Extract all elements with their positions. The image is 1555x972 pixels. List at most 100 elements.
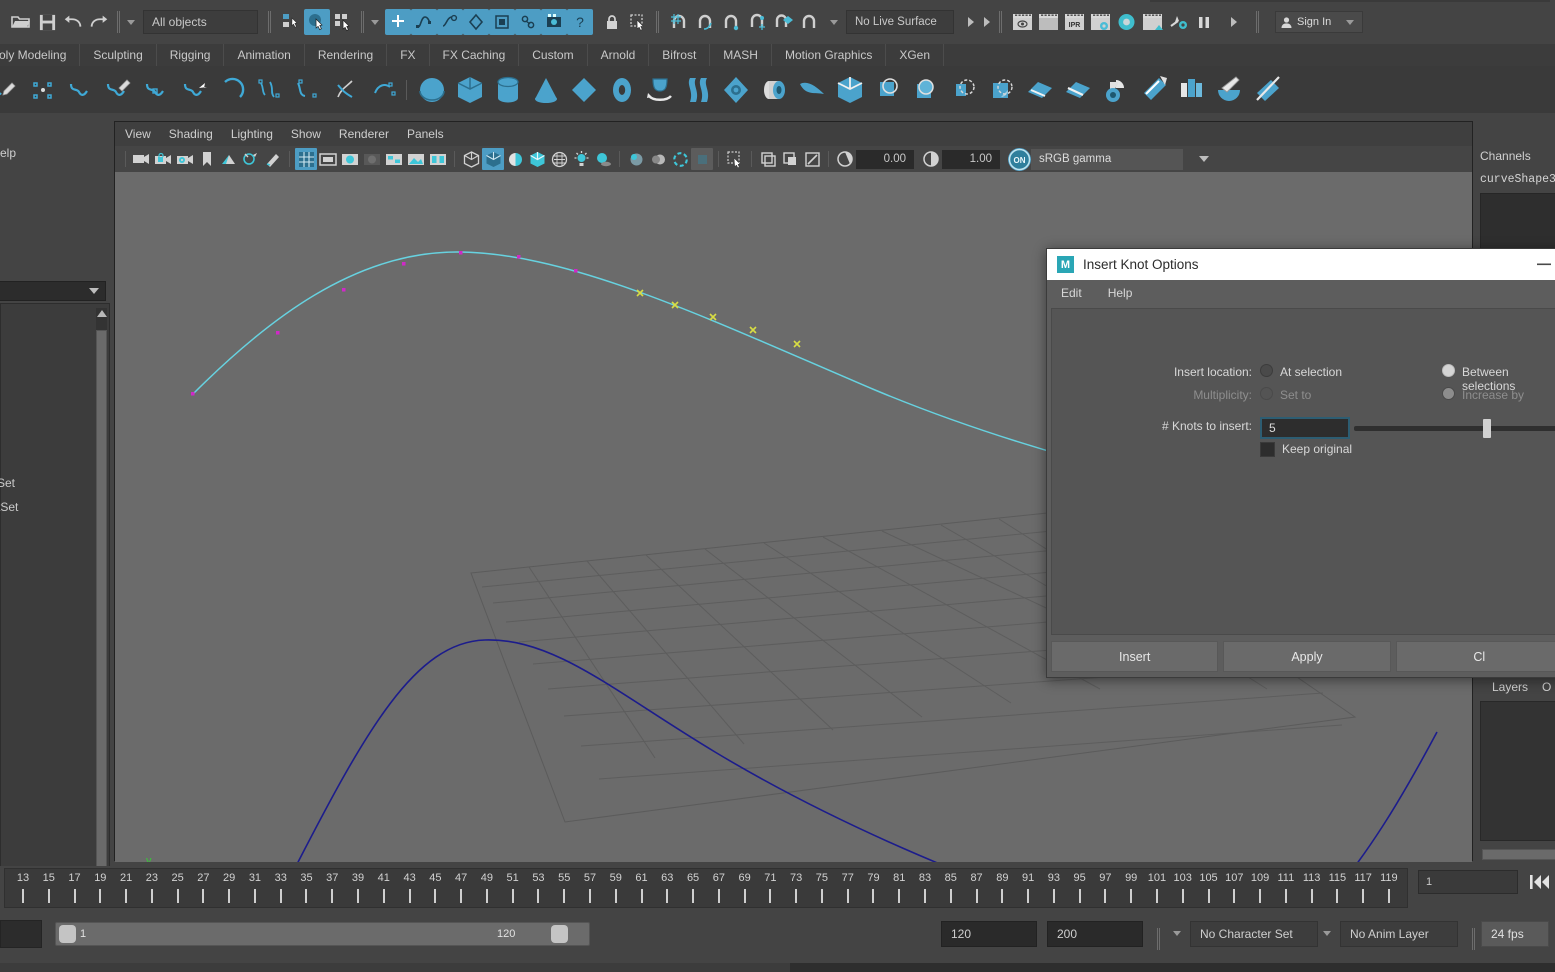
shelf-tab-custom[interactable]: Custom	[519, 44, 587, 66]
layers-tab[interactable]: Layers	[1492, 680, 1528, 694]
time-tick-mark[interactable]	[48, 889, 50, 903]
textured-icon[interactable]	[548, 148, 570, 170]
time-tick-mark[interactable]	[383, 889, 385, 903]
toolbar-grip-3[interactable]	[361, 11, 366, 33]
rendering-mask-icon[interactable]	[515, 9, 541, 35]
viewport-menu-renderer[interactable]: Renderer	[339, 127, 389, 141]
bezier-curve-icon[interactable]	[100, 70, 138, 110]
time-tick-mark[interactable]	[512, 889, 514, 903]
shelf-tab-mash[interactable]: MASH	[710, 44, 772, 66]
time-tick-mark[interactable]	[434, 889, 436, 903]
bevel-plus-icon[interactable]	[945, 70, 983, 110]
channel-attribute-list[interactable]	[1480, 193, 1555, 253]
knots-to-insert-slider[interactable]	[1354, 426, 1555, 431]
shelf-tab-sculpting[interactable]: Sculpting	[80, 44, 156, 66]
xray-active-components-icon[interactable]	[779, 148, 801, 170]
time-tick-mark[interactable]	[1053, 889, 1055, 903]
film-gate-icon[interactable]	[317, 148, 339, 170]
time-tick-mark[interactable]	[563, 889, 565, 903]
lock-camera-icon[interactable]	[152, 148, 174, 170]
camera-attributes-icon[interactable]	[174, 148, 196, 170]
motion-blur-icon[interactable]	[647, 148, 669, 170]
layer-horizontal-scrollbar[interactable]	[1482, 849, 1555, 860]
anim-preferences-slot[interactable]	[0, 920, 42, 948]
light-editor-icon[interactable]	[1165, 9, 1191, 35]
sign-in-dropdown-icon[interactable]	[1346, 20, 1354, 25]
snap-view-plane-icon[interactable]	[770, 9, 796, 35]
time-tick-mark[interactable]	[769, 889, 771, 903]
nurbs-plane-icon[interactable]	[565, 70, 603, 110]
time-tick-mark[interactable]	[1079, 889, 1081, 903]
character-set-dropdown-icon[interactable]	[1173, 931, 1181, 936]
open-scene-icon[interactable]	[8, 9, 34, 35]
time-tick-mark[interactable]	[280, 889, 282, 903]
shelf-tab-fx[interactable]: FX	[387, 44, 429, 66]
gamma-icon[interactable]	[920, 148, 942, 170]
nurbs-cone-icon[interactable]	[527, 70, 565, 110]
outliner-item-tset[interactable]: tSet	[0, 500, 18, 514]
multiplicity-set-to-radio[interactable]	[1260, 387, 1273, 400]
time-tick-mark[interactable]	[331, 889, 333, 903]
deformations-mask-icon[interactable]	[463, 9, 489, 35]
fillet-icon[interactable]	[1097, 70, 1135, 110]
resolution-gate-icon[interactable]	[339, 148, 361, 170]
jump-to-start-icon[interactable]	[1528, 872, 1550, 895]
use-lights-icon[interactable]	[570, 148, 592, 170]
birail-icon[interactable]	[793, 70, 831, 110]
open-close-curve-icon[interactable]	[366, 70, 404, 110]
knots-slider-thumb[interactable]	[1483, 419, 1491, 438]
safe-title-icon[interactable]	[427, 148, 449, 170]
curve-direction-icon[interactable]	[176, 70, 214, 110]
undo-icon[interactable]	[60, 9, 86, 35]
time-tick-mark[interactable]	[666, 889, 668, 903]
revolve-icon[interactable]	[641, 70, 679, 110]
sculpt-geometry-icon[interactable]	[1211, 70, 1249, 110]
time-tick-mark[interactable]	[1259, 889, 1261, 903]
ep-curve-icon[interactable]	[62, 70, 100, 110]
time-tick-mark[interactable]	[795, 889, 797, 903]
gamma-field[interactable]: 1.00	[942, 150, 1000, 169]
bevel-icon[interactable]	[907, 70, 945, 110]
multisample-icon[interactable]	[669, 148, 691, 170]
playback-range-slider[interactable]: 1 120	[55, 922, 590, 946]
time-tick-mark[interactable]	[151, 889, 153, 903]
time-tick-mark[interactable]	[718, 889, 720, 903]
snap-curve-icon[interactable]	[692, 9, 718, 35]
time-tick-mark[interactable]	[924, 889, 926, 903]
shelf-tab-poly-modeling[interactable]: Poly Modeling	[0, 44, 80, 66]
exposure-icon[interactable]	[834, 148, 856, 170]
time-tick-mark[interactable]	[950, 889, 952, 903]
select-camera-icon[interactable]	[130, 148, 152, 170]
time-tick-mark[interactable]	[847, 889, 849, 903]
xray-icon[interactable]	[724, 148, 746, 170]
time-tick-mark[interactable]	[486, 889, 488, 903]
time-tick-mark[interactable]	[74, 889, 76, 903]
time-tick-mark[interactable]	[1233, 889, 1235, 903]
view-transform-toggle-icon[interactable]: ON	[1008, 148, 1031, 171]
two-d-pan-zoom-icon[interactable]	[240, 148, 262, 170]
ipr-render-icon[interactable]: IPR	[1061, 9, 1087, 35]
handles-mask-icon[interactable]	[385, 9, 411, 35]
time-tick-mark[interactable]	[228, 889, 230, 903]
help-mask-icon[interactable]: ?	[567, 9, 593, 35]
time-tick-mark[interactable]	[1388, 889, 1390, 903]
save-scene-icon[interactable]	[34, 9, 60, 35]
keep-original-checkbox[interactable]	[1260, 442, 1275, 457]
marking-menu-icon[interactable]	[625, 9, 651, 35]
view-transform-field[interactable]: sRGB gamma	[1031, 149, 1183, 170]
toolbar-grip[interactable]	[117, 11, 122, 33]
time-tick-mark[interactable]	[99, 889, 101, 903]
anim-end-field[interactable]: 120	[941, 921, 1037, 947]
time-tick-mark[interactable]	[615, 889, 617, 903]
curves-mask-icon[interactable]	[411, 9, 437, 35]
shelf-tab-rigging[interactable]: Rigging	[157, 44, 225, 66]
nurbs-sphere-icon[interactable]	[413, 70, 451, 110]
ambient-occlusion-icon[interactable]	[625, 148, 647, 170]
time-tick-mark[interactable]	[1311, 889, 1313, 903]
knots-to-insert-input[interactable]: 5	[1260, 417, 1350, 439]
time-tick-mark[interactable]	[641, 889, 643, 903]
viewport-menu-view[interactable]: View	[125, 127, 151, 141]
time-tick-mark[interactable]	[357, 889, 359, 903]
time-tick-mark[interactable]	[1001, 889, 1003, 903]
cut-curve-icon[interactable]	[328, 70, 366, 110]
